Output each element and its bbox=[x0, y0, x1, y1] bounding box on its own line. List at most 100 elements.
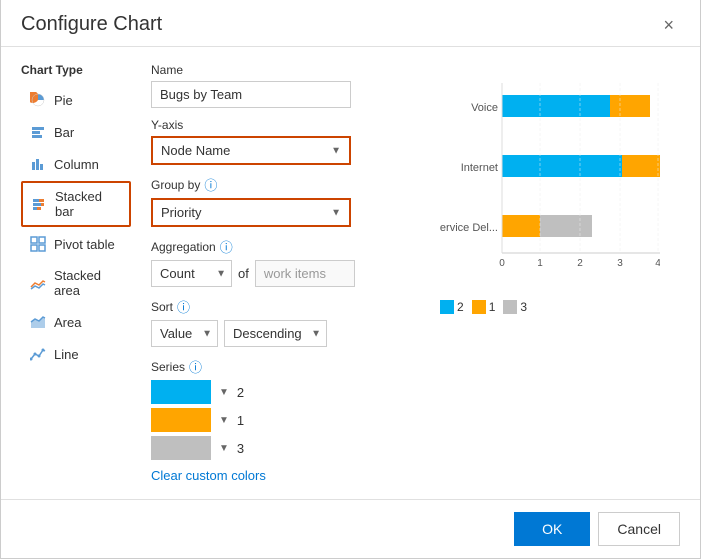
aggregation-field-group: Aggregation ⓘ Count Sum Average ▼ of wor… bbox=[151, 237, 420, 287]
series-item-1: ▼ 2 bbox=[151, 380, 420, 404]
series-chevron-2[interactable]: ▼ bbox=[219, 415, 229, 426]
aggregation-of-text: of bbox=[238, 266, 249, 281]
chart-type-column-label: Column bbox=[54, 157, 99, 172]
dialog-title: Configure Chart bbox=[21, 13, 162, 36]
svg-text:Service Del...: Service Del... bbox=[440, 222, 498, 234]
groupby-select-wrapper: Priority State Assigned To Area Path ▼ bbox=[151, 198, 351, 227]
chart-type-bar-label: Bar bbox=[54, 125, 74, 140]
dialog-body: Chart Type Pie bbox=[1, 47, 700, 499]
aggregation-select-wrapper: Count Sum Average ▼ bbox=[151, 260, 232, 287]
sort-field-group: Sort ⓘ Value Label ▼ Descending bbox=[151, 297, 420, 347]
chart-type-panel: Chart Type Pie bbox=[21, 63, 131, 483]
yaxis-select-wrapper: Node Name Assigned To State Area Path ▼ bbox=[151, 136, 351, 165]
chart-type-pivot-table[interactable]: Pivot table bbox=[21, 229, 131, 259]
chart-type-label: Chart Type bbox=[21, 63, 131, 77]
chart-panel: Voice Internet Service Del... bbox=[440, 63, 680, 483]
chart-type-bar[interactable]: Bar bbox=[21, 117, 131, 147]
aggregation-row: Count Sum Average ▼ of work items bbox=[151, 260, 420, 287]
aggregation-workitems-text: work items bbox=[255, 260, 355, 287]
clear-colors-link[interactable]: Clear custom colors bbox=[151, 468, 420, 483]
stacked-bar-icon bbox=[31, 196, 47, 212]
series-info-icon[interactable]: ⓘ bbox=[189, 357, 202, 376]
series-color-3[interactable] bbox=[151, 436, 211, 460]
pie-icon bbox=[30, 92, 46, 108]
chart-type-list: Pie Bar bbox=[21, 85, 131, 369]
legend-color-1 bbox=[472, 300, 486, 314]
groupby-field-group: Group by ⓘ Priority State Assigned To Ar… bbox=[151, 175, 420, 227]
cancel-button[interactable]: Cancel bbox=[598, 512, 680, 546]
chart-type-pivot-label: Pivot table bbox=[54, 237, 115, 252]
series-chevron-1[interactable]: ▼ bbox=[219, 387, 229, 398]
svg-text:2: 2 bbox=[577, 258, 583, 269]
svg-text:Internet: Internet bbox=[461, 162, 498, 174]
chart-area: Voice Internet Service Del... bbox=[440, 63, 680, 483]
chart-type-line-label: Line bbox=[54, 347, 79, 362]
series-item-3: ▼ 3 bbox=[151, 436, 420, 460]
sort-row: Value Label ▼ Descending Ascending ▼ bbox=[151, 320, 420, 347]
chart-type-area-label: Area bbox=[54, 315, 81, 330]
legend-label-3: 3 bbox=[520, 300, 527, 314]
yaxis-select[interactable]: Node Name Assigned To State Area Path bbox=[153, 138, 349, 163]
stacked-area-icon bbox=[30, 275, 46, 291]
aggregation-label: Aggregation ⓘ bbox=[151, 237, 420, 256]
legend-color-3 bbox=[503, 300, 517, 314]
yaxis-field-group: Y-axis Node Name Assigned To State Area … bbox=[151, 118, 420, 165]
chart-type-pie[interactable]: Pie bbox=[21, 85, 131, 115]
svg-text:Voice: Voice bbox=[471, 102, 498, 114]
chart-type-column[interactable]: Column bbox=[21, 149, 131, 179]
legend-color-2 bbox=[440, 300, 454, 314]
series-color-1[interactable] bbox=[151, 380, 211, 404]
chart-type-pie-label: Pie bbox=[54, 93, 73, 108]
sort-value-select[interactable]: Value Label bbox=[151, 320, 218, 347]
close-button[interactable]: × bbox=[657, 14, 680, 36]
pivot-table-icon bbox=[30, 236, 46, 252]
svg-text:1: 1 bbox=[537, 258, 543, 269]
series-number-1: 2 bbox=[237, 385, 244, 400]
legend-item-1: 1 bbox=[472, 300, 496, 314]
sort-value-select-wrapper: Value Label ▼ bbox=[151, 320, 218, 347]
yaxis-label: Y-axis bbox=[151, 118, 420, 132]
legend-item-2: 2 bbox=[440, 300, 464, 314]
chart-legend: 2 1 3 bbox=[440, 300, 680, 314]
chart-type-stacked-bar[interactable]: Stacked bar bbox=[21, 181, 131, 227]
ok-button[interactable]: OK bbox=[514, 512, 590, 546]
chart-type-stacked-area[interactable]: Stacked area bbox=[21, 261, 131, 305]
dialog-footer: OK Cancel bbox=[1, 499, 700, 558]
legend-item-3: 3 bbox=[503, 300, 527, 314]
config-panel: Name Y-axis Node Name Assigned To State … bbox=[151, 63, 420, 483]
series-number-2: 1 bbox=[237, 413, 244, 428]
series-color-2[interactable] bbox=[151, 408, 211, 432]
sort-info-icon[interactable]: ⓘ bbox=[177, 297, 190, 316]
series-number-3: 3 bbox=[237, 441, 244, 456]
groupby-select[interactable]: Priority State Assigned To Area Path bbox=[153, 200, 349, 225]
chart-type-area[interactable]: Area bbox=[21, 307, 131, 337]
sort-dir-select-wrapper: Descending Ascending ▼ bbox=[224, 320, 327, 347]
svg-text:4: 4 bbox=[655, 258, 660, 269]
area-icon bbox=[30, 314, 46, 330]
line-icon bbox=[30, 346, 46, 362]
aggregation-info-icon[interactable]: ⓘ bbox=[220, 237, 233, 256]
dialog-header: Configure Chart × bbox=[1, 0, 700, 47]
groupby-label: Group by ⓘ bbox=[151, 175, 420, 194]
sort-dir-select[interactable]: Descending Ascending bbox=[224, 320, 327, 347]
series-item-2: ▼ 1 bbox=[151, 408, 420, 432]
chart-type-stacked-bar-label: Stacked bar bbox=[55, 189, 121, 219]
bar-icon bbox=[30, 124, 46, 140]
legend-label-1: 1 bbox=[489, 300, 496, 314]
chart-svg: Voice Internet Service Del... bbox=[440, 73, 660, 293]
sort-label: Sort ⓘ bbox=[151, 297, 420, 316]
chart-type-line[interactable]: Line bbox=[21, 339, 131, 369]
aggregation-select[interactable]: Count Sum Average bbox=[151, 260, 232, 287]
svg-text:3: 3 bbox=[617, 258, 623, 269]
name-input[interactable] bbox=[151, 81, 351, 108]
series-section: Series ⓘ ▼ 2 ▼ 1 ▼ 3 Clear bbox=[151, 357, 420, 483]
svg-text:0: 0 bbox=[499, 258, 505, 269]
series-chevron-3[interactable]: ▼ bbox=[219, 443, 229, 454]
name-field-group: Name bbox=[151, 63, 420, 108]
groupby-info-icon[interactable]: ⓘ bbox=[204, 175, 217, 194]
chart-type-stacked-area-label: Stacked area bbox=[54, 268, 122, 298]
column-icon bbox=[30, 156, 46, 172]
name-label: Name bbox=[151, 63, 420, 77]
legend-label-2: 2 bbox=[457, 300, 464, 314]
configure-chart-dialog: Configure Chart × Chart Type Pie bbox=[0, 0, 701, 559]
